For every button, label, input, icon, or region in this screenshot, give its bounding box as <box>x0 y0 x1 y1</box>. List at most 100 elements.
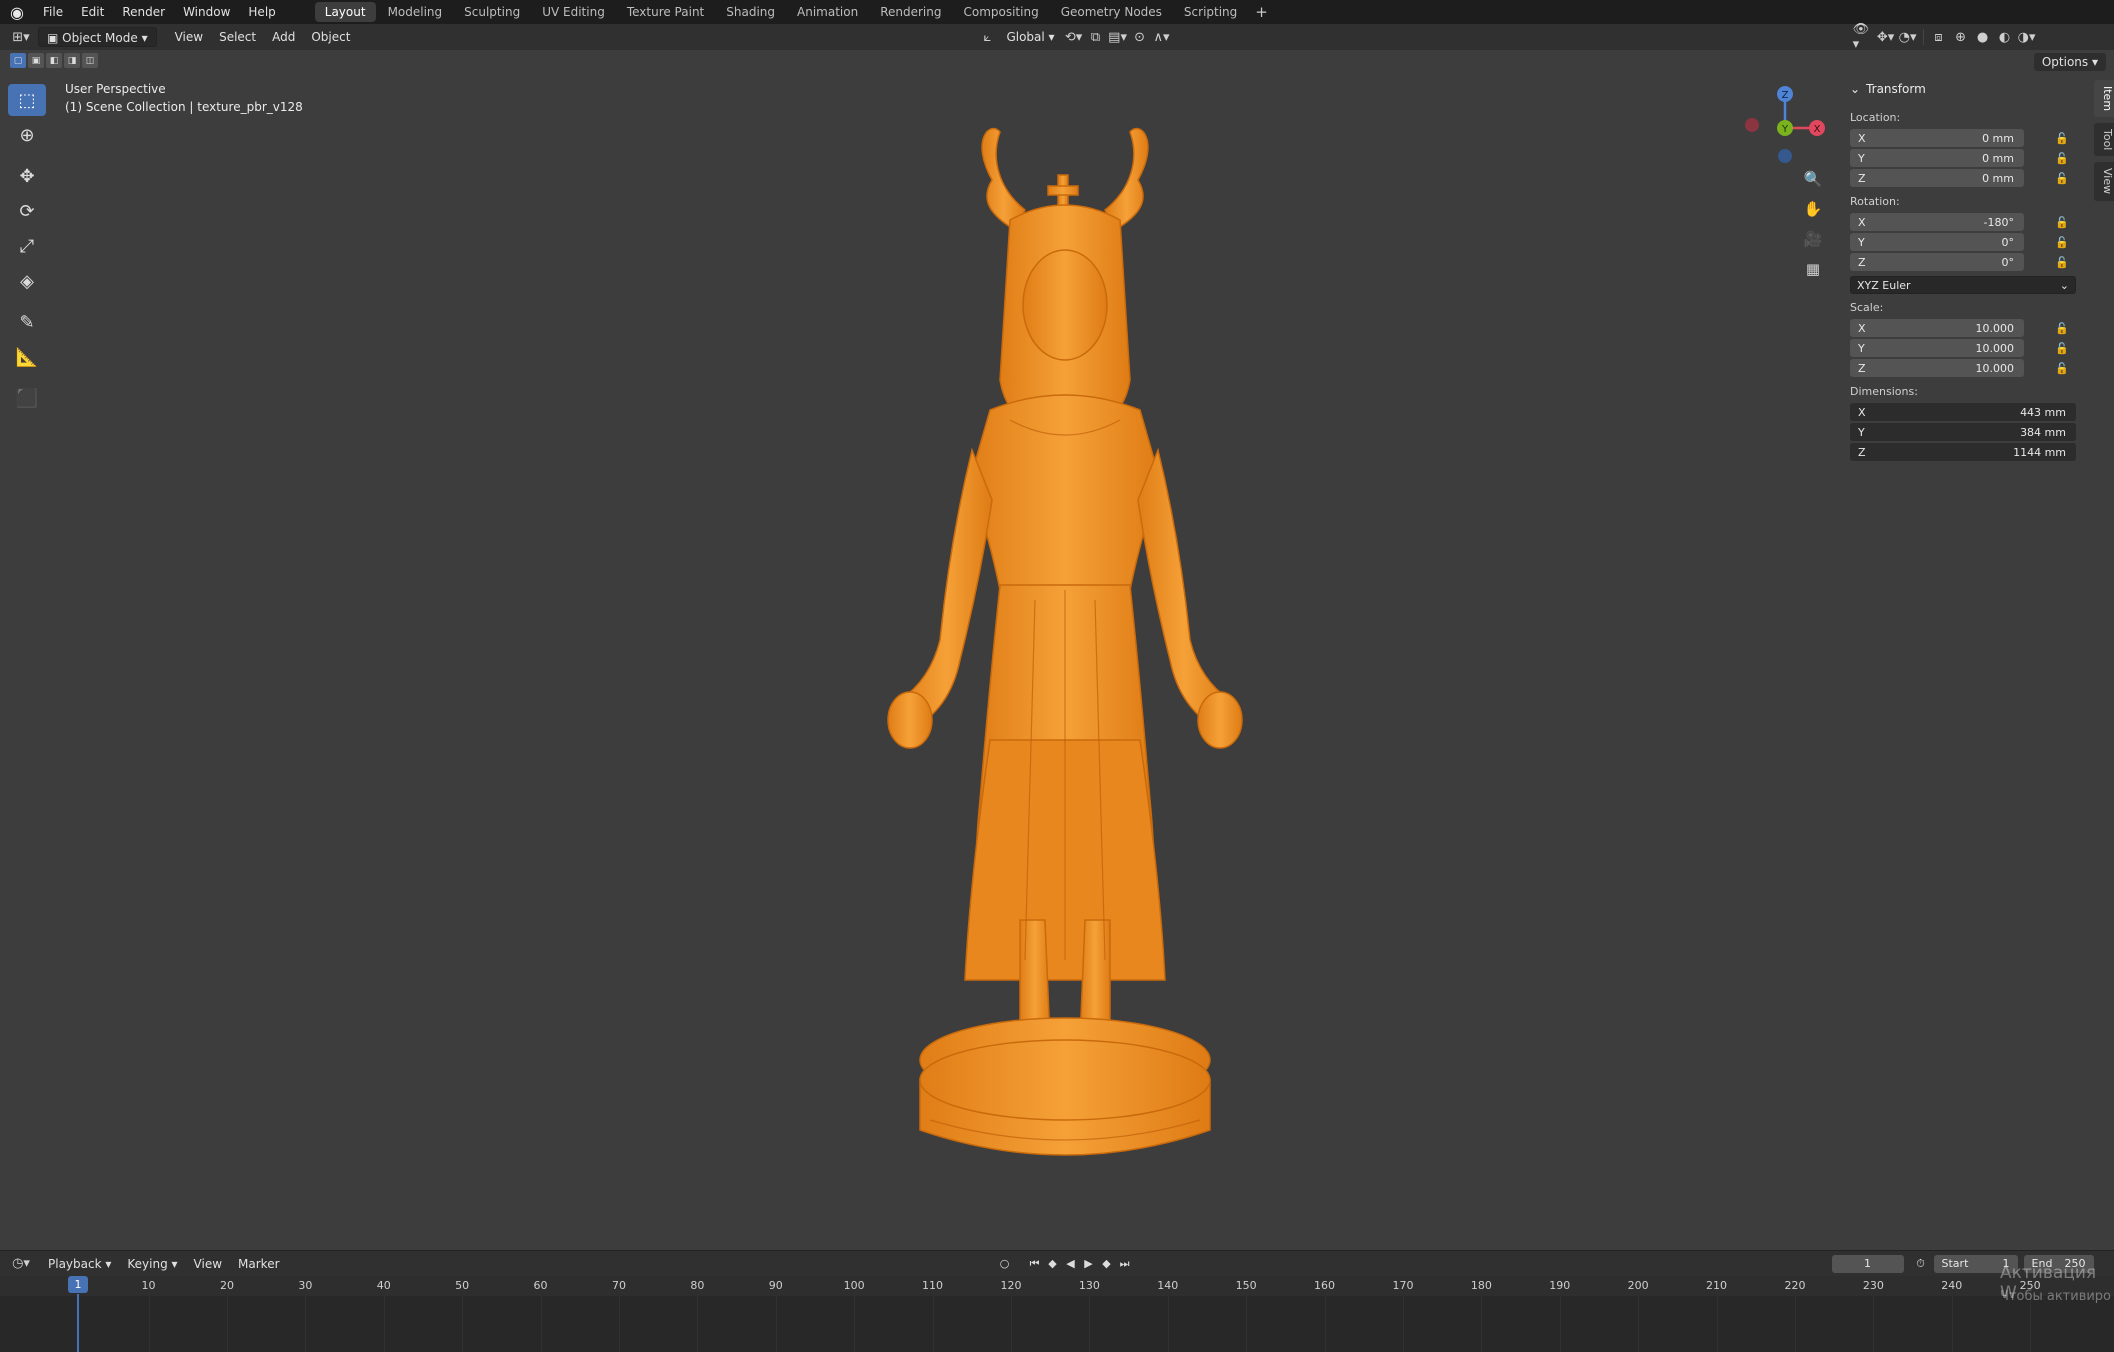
tab-rendering[interactable]: Rendering <box>870 2 951 22</box>
rotation-y-field[interactable]: Y 0° <box>1850 233 2024 251</box>
annotate-tool-icon[interactable]: ✎ <box>8 306 46 338</box>
lock-icon[interactable]: 🔓 <box>2050 149 2074 167</box>
menu-keying[interactable]: Keying ▾ <box>119 1254 185 1274</box>
tab-sculpting[interactable]: Sculpting <box>454 2 530 22</box>
rotation-mode-dropdown[interactable]: XYZ Euler ⌄ <box>1850 276 2076 294</box>
play-icon[interactable]: ▶ <box>1080 1255 1098 1273</box>
measure-tool-icon[interactable]: 📐 <box>8 341 46 373</box>
mode-dropdown[interactable]: ▣ Object Mode ▾ <box>38 27 157 47</box>
tab-compositing[interactable]: Compositing <box>953 2 1048 22</box>
menu-file[interactable]: File <box>34 0 72 24</box>
falloff-icon[interactable]: ∧▾ <box>1151 27 1173 47</box>
tab-layout[interactable]: Layout <box>314 2 376 22</box>
lock-icon[interactable]: 🔓 <box>2050 213 2074 231</box>
options-dropdown[interactable]: Options ▾ <box>2033 53 2106 71</box>
dimensions-y-field[interactable]: Y 384 mm <box>1850 423 2076 441</box>
select-new-icon[interactable]: ▢ <box>10 53 26 68</box>
lock-icon[interactable]: 🔓 <box>2050 129 2074 147</box>
tab-view[interactable]: View <box>2094 162 2114 201</box>
shading-solid-icon[interactable]: ● <box>1972 27 1994 47</box>
menu-add[interactable]: Add <box>264 27 303 47</box>
scale-y-field[interactable]: Y 10.000 <box>1850 339 2024 357</box>
menu-marker[interactable]: Marker <box>230 1254 287 1274</box>
perspective-toggle-icon[interactable]: ▦ <box>1800 256 1826 282</box>
location-z-field[interactable]: Z 0 mm <box>1850 169 2024 187</box>
gizmo-neg-x-axis[interactable] <box>1745 118 1759 132</box>
menu-playback[interactable]: Playback ▾ <box>40 1254 119 1274</box>
dimensions-x-field[interactable]: X 443 mm <box>1850 403 2076 421</box>
tab-scripting[interactable]: Scripting <box>1174 2 1247 22</box>
play-reverse-icon[interactable]: ◀ <box>1062 1255 1080 1273</box>
collapse-chevron-icon[interactable]: ⌄ <box>1850 82 1860 96</box>
visibility-icon[interactable]: 👁▾ <box>1853 22 1875 52</box>
tab-shading[interactable]: Shading <box>716 2 785 22</box>
stopwatch-icon[interactable]: ⏱ <box>1912 1255 1930 1273</box>
menu-view[interactable]: View <box>167 27 211 47</box>
pivot-icon[interactable]: ⟲▾ <box>1063 27 1085 47</box>
select-subtract-icon[interactable]: ◧ <box>46 53 62 68</box>
lock-icon[interactable]: 🔓 <box>2050 319 2074 337</box>
menu-edit[interactable]: Edit <box>72 0 113 24</box>
timeline-area[interactable]: 1 10 20 30 40 50 60 70 80 90 100 110 120 130 140 150 160… <box>0 1276 2114 1352</box>
zoom-icon[interactable]: 🔍 <box>1800 166 1826 192</box>
snap-target-icon[interactable]: ▤▾ <box>1107 27 1129 47</box>
lock-icon[interactable]: 🔓 <box>2050 253 2074 271</box>
orientation-dropdown[interactable]: Global ▾ <box>998 27 1062 47</box>
rotate-tool-icon[interactable]: ⟳ <box>8 195 46 227</box>
add-workspace-button[interactable]: + <box>1249 3 1274 21</box>
timeline-editor-type-icon[interactable]: ◷▾ <box>10 1254 32 1274</box>
menu-help[interactable]: Help <box>239 0 284 24</box>
move-tool-icon[interactable]: ✥ <box>8 160 46 192</box>
playhead[interactable] <box>77 1294 79 1352</box>
overlay-icon[interactable]: ◔▾ <box>1897 27 1919 47</box>
menu-timeline-view[interactable]: View <box>186 1254 230 1274</box>
rotation-z-field[interactable]: Z 0° <box>1850 253 2024 271</box>
transform-header[interactable]: ⌄ Transform <box>1840 78 2084 100</box>
tab-geometry-nodes[interactable]: Geometry Nodes <box>1051 2 1172 22</box>
transform-tool-icon[interactable]: ◈ <box>8 265 46 297</box>
location-x-field[interactable]: X 0 mm <box>1850 129 2024 147</box>
select-intersect-icon[interactable]: ◫ <box>82 53 98 68</box>
lock-icon[interactable]: 🔓 <box>2050 233 2074 251</box>
cursor-tool-icon[interactable]: ⊕ <box>8 119 46 151</box>
camera-view-icon[interactable]: 🎥 <box>1800 226 1826 252</box>
tab-texture-paint[interactable]: Texture Paint <box>617 2 714 22</box>
statue-model[interactable] <box>840 120 1280 1180</box>
xray-icon[interactable]: ⧈ <box>1928 27 1950 47</box>
lock-icon[interactable]: 🔓 <box>2050 339 2074 357</box>
gizmo-toggle-icon[interactable]: ✥▾ <box>1875 27 1897 47</box>
menu-render[interactable]: Render <box>113 0 174 24</box>
playhead-frame-badge[interactable]: 1 <box>68 1276 88 1293</box>
snap-icon[interactable]: ⧉ <box>1085 27 1107 47</box>
lock-icon[interactable]: 🔓 <box>2050 169 2074 187</box>
tab-item[interactable]: Item <box>2094 80 2114 118</box>
editor-type-icon[interactable]: ⊞▾ <box>10 27 32 47</box>
menu-object[interactable]: Object <box>303 27 358 47</box>
proportional-edit-icon[interactable]: ⊙ <box>1129 27 1151 47</box>
current-frame-field[interactable]: 1 <box>1831 1254 1904 1273</box>
rotation-x-field[interactable]: X -180° <box>1850 213 2024 231</box>
jump-end-icon[interactable]: ⏭ <box>1116 1255 1134 1273</box>
tab-animation[interactable]: Animation <box>787 2 868 22</box>
select-invert-icon[interactable]: ◨ <box>64 53 80 68</box>
menu-select[interactable]: Select <box>211 27 264 47</box>
lock-icon[interactable]: 🔓 <box>2050 359 2074 377</box>
next-keyframe-icon[interactable]: ◆ <box>1098 1255 1116 1273</box>
tab-tool[interactable]: Tool <box>2094 123 2114 157</box>
shading-material-icon[interactable]: ◐ <box>1994 27 2016 47</box>
shading-wireframe-icon[interactable]: ⊕ <box>1950 27 1972 47</box>
blender-logo-icon[interactable]: ◉ <box>0 0 34 24</box>
gizmo-neg-z-axis[interactable] <box>1778 149 1792 163</box>
menu-window[interactable]: Window <box>174 0 239 24</box>
tab-modeling[interactable]: Modeling <box>378 2 453 22</box>
timeline-ruler[interactable]: 1 10 20 30 40 50 60 70 80 90 100 110 120 130 140 150 160… <box>0 1276 2114 1296</box>
navigation-gizmo[interactable]: Z X Y <box>1735 82 1845 172</box>
jump-start-icon[interactable]: ⏮ <box>1026 1255 1044 1273</box>
shading-rendered-icon[interactable]: ◑▾ <box>2016 27 2038 47</box>
select-extend-icon[interactable]: ▣ <box>28 53 44 68</box>
scale-z-field[interactable]: Z 10.000 <box>1850 359 2024 377</box>
scale-x-field[interactable]: X 10.000 <box>1850 319 2024 337</box>
prev-keyframe-icon[interactable]: ◆ <box>1044 1255 1062 1273</box>
add-cube-tool-icon[interactable]: ⬛ <box>8 382 46 414</box>
dimensions-z-field[interactable]: Z 1144 mm <box>1850 443 2076 461</box>
